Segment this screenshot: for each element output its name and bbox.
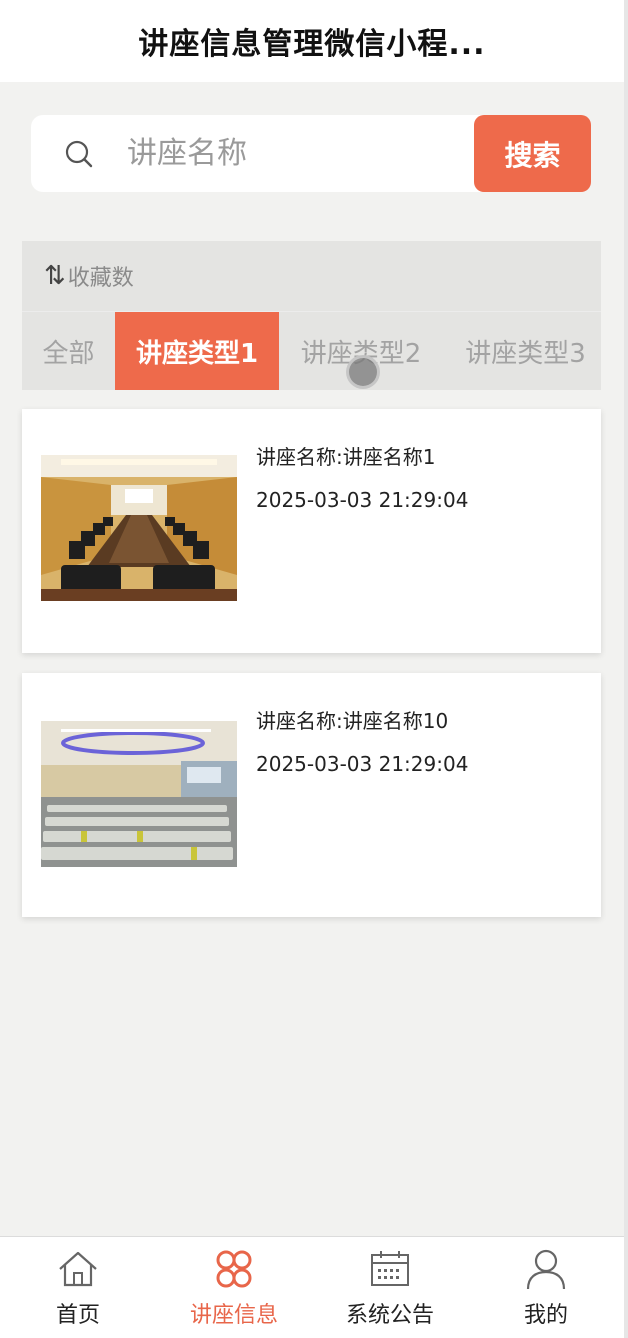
category-tabs: 全部 讲座类型1 讲座类型2 讲座类型3 (22, 312, 601, 390)
nav-home-label: 首页 (55, 1303, 100, 1328)
user-icon (526, 1249, 566, 1290)
calendar-icon (371, 1251, 409, 1286)
lecture-time: 2025-03-03 21:29:04 (256, 752, 469, 776)
nav-announcements-label: 系统公告 (345, 1303, 434, 1328)
conference-room-photo (41, 455, 237, 601)
lecture-name: 讲座名称:讲座名称1 (256, 445, 436, 469)
home-icon (59, 1251, 97, 1287)
lecture-name: 讲座名称:讲座名称10 (256, 709, 449, 733)
search-icon (31, 115, 127, 192)
nav-lecture-info[interactable]: 讲座信息 (156, 1237, 312, 1338)
page-title: 讲座信息管理微信小程... (138, 27, 486, 62)
header: 讲座信息管理微信小程... (0, 0, 624, 82)
lecture-icon (216, 1250, 252, 1288)
nav-announcements[interactable]: 系统公告 (312, 1237, 468, 1338)
filter-panel: ⇅ 收藏数 全部 讲座类型1 讲座类型2 讲座类型3 (22, 241, 601, 390)
nav-profile[interactable]: 我的 (468, 1237, 624, 1338)
lecture-hall-photo (41, 721, 237, 867)
sort-by-favorites[interactable]: ⇅ 收藏数 (22, 241, 601, 311)
sort-label: 收藏数 (67, 266, 134, 291)
lecture-card[interactable]: 讲座名称:讲座名称10 2025-03-03 21:29:04 (22, 673, 601, 917)
nav-profile-label: 我的 (523, 1303, 568, 1328)
nav-lecture-info-label: 讲座信息 (189, 1303, 278, 1328)
sort-icon: ⇅ (44, 261, 66, 291)
tab-all[interactable]: 全部 (22, 312, 115, 390)
search-input[interactable] (127, 123, 467, 184)
app-screen: 讲座信息管理微信小程... 搜索 ⇅ 收藏数 全部 讲座类型1 讲座类型2 讲座… (0, 0, 624, 1338)
touch-cursor-indicator (346, 355, 380, 389)
scrollbar-edge (624, 0, 628, 1338)
bottom-tab-bar: 首页 讲座信息 系统公告 我的 (0, 1236, 624, 1338)
lecture-time: 2025-03-03 21:29:04 (256, 488, 469, 512)
tab-lecture-type-1[interactable]: 讲座类型1 (115, 312, 279, 390)
tab-lecture-type-3[interactable]: 讲座类型3 (450, 312, 601, 390)
lecture-card[interactable]: 讲座名称:讲座名称1 2025-03-03 21:29:04 (22, 409, 601, 653)
nav-home[interactable]: 首页 (0, 1237, 156, 1338)
search-button[interactable]: 搜索 (474, 115, 591, 192)
search-bar: 搜索 (31, 115, 591, 192)
